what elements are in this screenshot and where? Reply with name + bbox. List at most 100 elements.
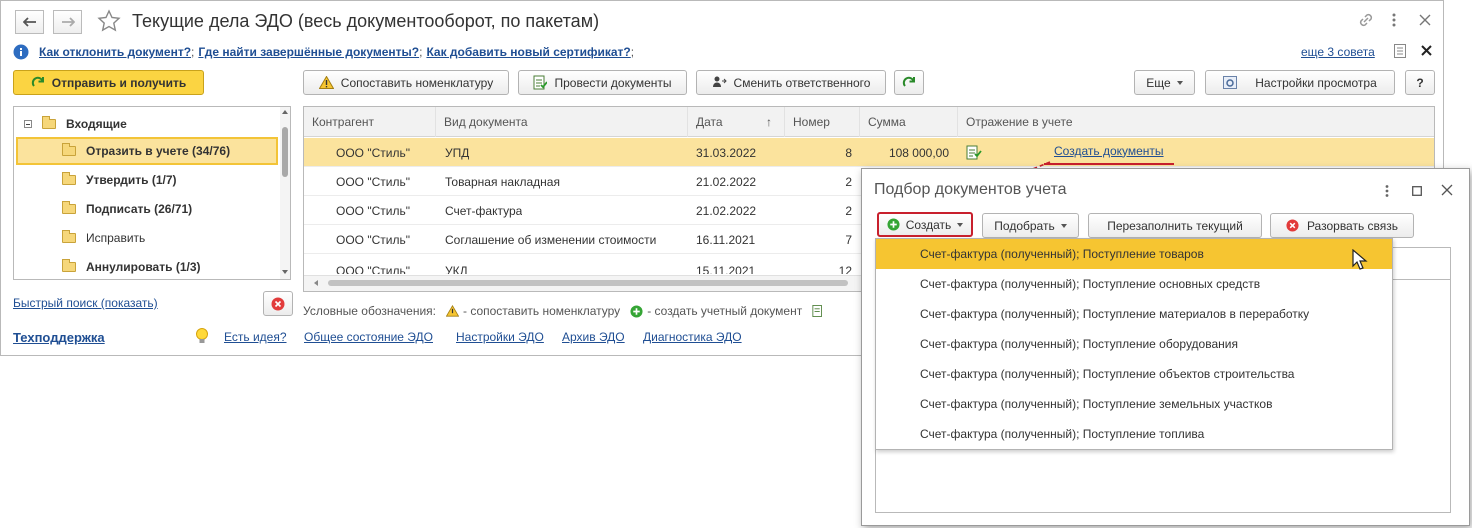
warning-icon — [445, 305, 459, 317]
scroll-thumb[interactable] — [328, 280, 848, 286]
cell-number: 12 — [838, 263, 852, 275]
cell-doc-type: Счет-фактура — [445, 203, 523, 218]
match-nomenclature-button[interactable]: Сопоставить номенклатуру — [303, 70, 509, 95]
chevron-down-icon — [957, 222, 964, 227]
tree-scrollbar[interactable] — [280, 107, 290, 279]
close-window-icon[interactable] — [1419, 14, 1431, 29]
list-icon[interactable] — [1394, 44, 1406, 61]
back-button[interactable] — [15, 10, 44, 34]
tree-item-approve[interactable]: Утвердить (1/7) — [16, 166, 278, 194]
footer-link-edo-status[interactable]: Общее состояние ЭДО — [304, 330, 433, 344]
cell-sum: 108 000,00 — [888, 145, 949, 160]
view-settings-label: Настройки просмотра — [1255, 75, 1377, 90]
cancel-icon — [271, 297, 285, 310]
folder-icon — [62, 201, 76, 214]
refresh-button[interactable] — [894, 70, 924, 95]
menu-item-fixed-assets[interactable]: Счет-фактура (полученный); Поступление о… — [876, 269, 1392, 299]
send-receive-label: Отправить и получить — [51, 75, 187, 90]
menu-item-fuel[interactable]: Счет-фактура (полученный); Поступление т… — [876, 419, 1392, 449]
table-row[interactable]: ООО "Стиль" УПД 31.03.2022 8 108 000,00 … — [304, 138, 1434, 167]
unlink-button-label: Разорвать связь — [1306, 218, 1399, 233]
legend-label: Условные обозначения: — [303, 304, 436, 318]
unlink-button[interactable]: Разорвать связь — [1270, 213, 1414, 238]
link-icon[interactable] — [1357, 11, 1375, 32]
settings-window-icon — [1223, 76, 1238, 89]
legend-match-text: - сопоставить номенклатуру — [462, 304, 621, 318]
add-circle-icon — [887, 218, 900, 231]
support-link[interactable]: Техподдержка — [13, 330, 105, 345]
footer-link-edo-diagnostics[interactable]: Диагностика ЭДО — [643, 330, 742, 344]
tip-link-reject[interactable]: Как отклонить документ? — [39, 45, 191, 59]
column-header-date[interactable]: Дата ↑ — [688, 107, 785, 137]
create-documents-link[interactable]: Создать документы — [1044, 138, 1174, 165]
help-button[interactable]: ? — [1405, 70, 1435, 95]
post-documents-label: Провести документы — [554, 75, 672, 90]
cell-number: 8 — [845, 145, 852, 160]
more-vertical-icon[interactable] — [1391, 11, 1397, 29]
column-header-doc-type[interactable]: Вид документа — [436, 107, 688, 137]
select-button[interactable]: Подобрать — [982, 213, 1079, 238]
info-icon — [13, 44, 29, 60]
quick-search-link[interactable]: Быстрый поиск (показать) — [13, 296, 158, 310]
folder-icon — [62, 259, 76, 272]
cell-doc-type: Соглашение об изменении стоимости — [445, 232, 657, 247]
view-settings-button[interactable]: Настройки просмотра — [1205, 70, 1395, 95]
warning-icon — [318, 76, 334, 89]
tip-separator: ; — [630, 45, 635, 59]
tree-item-label: Утвердить (1/7) — [86, 173, 177, 187]
refresh-icon — [902, 76, 915, 87]
favorite-star-icon[interactable] — [97, 9, 123, 35]
tree-item-sign[interactable]: Подписать (26/71) — [16, 195, 278, 223]
create-document-icon[interactable] — [966, 138, 982, 167]
refresh-icon — [31, 76, 44, 87]
arrow-right-icon — [61, 17, 75, 27]
post-documents-button[interactable]: Провести документы — [518, 70, 687, 95]
tip-link-find-completed[interactable]: Где найти завершённые документы? — [198, 45, 419, 59]
create-documents-label: Создать документы — [1054, 143, 1164, 158]
cell-contractor: ООО "Стиль" — [336, 203, 410, 218]
forward-button[interactable] — [53, 10, 82, 34]
menu-item-goods[interactable]: Счет-фактура (полученный); Поступление т… — [876, 239, 1392, 269]
scroll-left-icon[interactable] — [314, 280, 318, 286]
column-header-number[interactable]: Номер — [785, 107, 860, 137]
refill-current-button[interactable]: Перезаполнить текущий — [1088, 213, 1262, 238]
tree-item-fix[interactable]: Исправить — [16, 224, 278, 252]
arrow-left-icon — [22, 17, 36, 27]
maximize-icon[interactable] — [1412, 185, 1422, 199]
change-responsible-button[interactable]: Сменить ответственного — [696, 70, 886, 95]
dialog-more-icon[interactable] — [1384, 184, 1390, 201]
close-tips-icon[interactable] — [1421, 45, 1432, 59]
send-receive-button[interactable]: Отправить и получить — [13, 70, 204, 95]
scroll-up-icon[interactable] — [282, 110, 288, 114]
footer-link-edo-archive[interactable]: Архив ЭДО — [562, 330, 625, 344]
cell-date: 31.03.2022 — [696, 145, 757, 160]
cell-date: 15.11.2021 — [696, 263, 756, 275]
tree-root-label: Входящие — [66, 117, 127, 131]
menu-item-materials-processing[interactable]: Счет-фактура (полученный); Поступление м… — [876, 299, 1392, 329]
cell-doc-type: УКД — [445, 263, 468, 275]
tree-item-reflect[interactable]: Отразить в учете (34/76) — [16, 137, 278, 165]
scroll-thumb[interactable] — [282, 127, 288, 177]
sort-ascending-icon: ↑ — [766, 115, 772, 129]
column-header-sum[interactable]: Сумма — [860, 107, 958, 137]
footer-link-edo-settings[interactable]: Настройки ЭДО — [456, 330, 544, 344]
tip-link-add-certificate[interactable]: Как добавить новый сертификат? — [426, 45, 630, 59]
column-header-contractor[interactable]: Контрагент — [304, 107, 436, 137]
tree-root[interactable]: Входящие — [24, 116, 127, 131]
user-swap-icon — [712, 76, 727, 87]
clear-filter-button[interactable] — [263, 291, 293, 316]
more-button[interactable]: Еще — [1134, 70, 1195, 95]
folder-icon — [42, 116, 56, 129]
menu-item-equipment[interactable]: Счет-фактура (полученный); Поступление о… — [876, 329, 1392, 359]
scroll-down-icon[interactable] — [282, 270, 288, 274]
tree-item-label: Аннулировать (1/3) — [86, 260, 201, 274]
create-button[interactable]: Создать — [877, 212, 973, 237]
collapse-icon[interactable] — [24, 120, 32, 128]
tree-item-annul[interactable]: Аннулировать (1/3) — [16, 253, 278, 279]
footer-link-idea[interactable]: Есть идея? — [224, 330, 287, 344]
menu-item-land[interactable]: Счет-фактура (полученный); Поступление з… — [876, 389, 1392, 419]
more-tips-link[interactable]: еще 3 совета — [1301, 45, 1375, 59]
column-header-reflection[interactable]: Отражение в учете — [958, 107, 1434, 137]
dialog-close-icon[interactable] — [1441, 184, 1453, 199]
menu-item-construction[interactable]: Счет-фактура (полученный); Поступление о… — [876, 359, 1392, 389]
